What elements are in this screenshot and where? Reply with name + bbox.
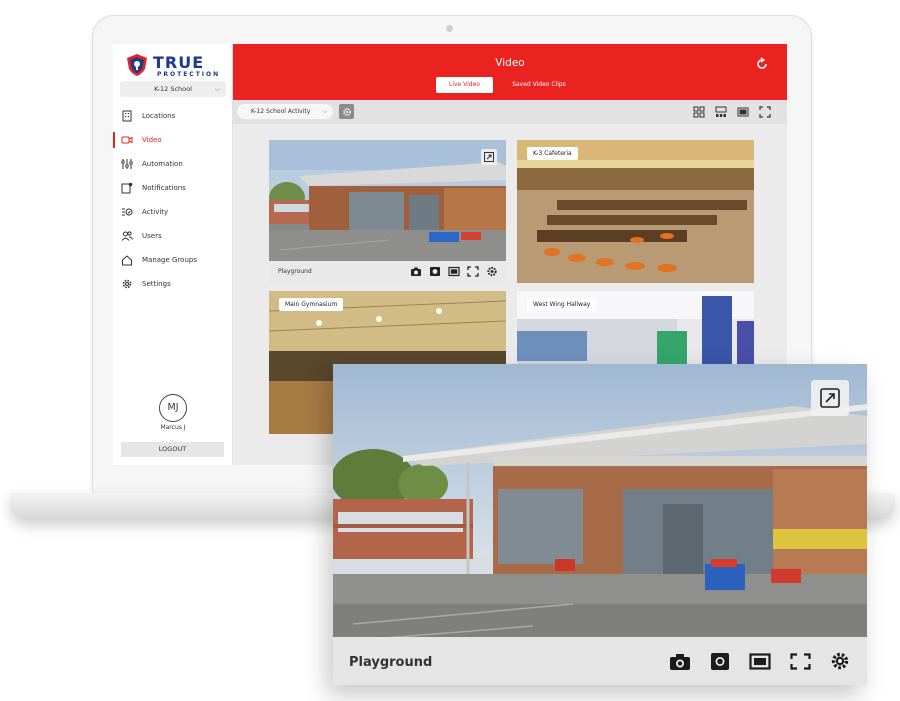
tab-saved-video-clips[interactable]: Saved Video Clips (501, 77, 577, 93)
expand-icon (484, 152, 494, 162)
sidebar-item-settings[interactable]: Settings (113, 272, 233, 296)
video-camera-icon (121, 134, 133, 146)
camera-feed-cafeteria (517, 140, 754, 283)
camera-name: Playground (349, 655, 433, 670)
sidebar-item-activity[interactable]: Activity (113, 200, 233, 224)
sidebar-item-label: Activity (142, 208, 169, 216)
camera-name: K-3 Cafeteria (527, 147, 578, 160)
video-toolbar: K-12 School Activity ⌵ (233, 100, 787, 124)
camera-popout-playground[interactable]: Playground (333, 364, 867, 685)
camera-controls-bar: Playground (333, 637, 867, 685)
activity-select-value: K-12 School Activity (251, 108, 311, 115)
chevron-down-icon: ⌵ (322, 108, 327, 115)
sidebar-item-locations[interactable]: Locations (113, 104, 233, 128)
sidebar-item-users[interactable]: Users (113, 224, 233, 248)
school-select[interactable]: K-12 School ⌵ (120, 81, 226, 97)
laptop-webcam (446, 25, 453, 32)
sidebar-item-label: Automation (142, 160, 183, 168)
sidebar: TRUE PROTECTION K-12 School ⌵ Locations … (113, 44, 233, 465)
gear-icon (121, 278, 133, 290)
theater-mode-icon[interactable] (737, 106, 749, 118)
fullscreen-icon[interactable] (789, 651, 811, 671)
users-icon (121, 230, 133, 242)
list-layout-icon[interactable] (715, 106, 727, 118)
expand-icon (820, 388, 840, 408)
expand-tile-button[interactable] (811, 380, 849, 416)
theater-mode-icon[interactable] (749, 651, 771, 671)
header-bar: Video Live Video Saved Video Clips (233, 44, 787, 100)
brand-logo: TRUE PROTECTION (125, 53, 225, 79)
camera-controls-bar: Playground (269, 261, 506, 283)
building-icon (121, 110, 133, 122)
gear-icon (342, 107, 351, 116)
sidebar-item-manage-groups[interactable]: Manage Groups (113, 248, 233, 272)
camera-tile-playground[interactable]: Playground (269, 140, 506, 283)
activity-select[interactable]: K-12 School Activity ⌵ (237, 104, 333, 119)
layout-options (693, 106, 771, 118)
record-icon[interactable] (709, 651, 731, 671)
home-icon (121, 254, 133, 266)
gear-icon[interactable] (486, 266, 498, 277)
camera-name: Playground (278, 268, 312, 275)
page-title: Video (495, 57, 525, 69)
sidebar-item-automation[interactable]: Automation (113, 152, 233, 176)
sidebar-item-label: Users (142, 232, 162, 240)
sliders-icon (121, 158, 133, 170)
shield-logo-icon (127, 54, 147, 76)
avatar: MJ (159, 394, 187, 422)
camera-name: Main Gymnasium (279, 298, 344, 311)
gear-icon[interactable] (829, 651, 851, 671)
brand-word: TRUE (153, 53, 205, 72)
snapshot-camera-icon[interactable] (410, 266, 422, 277)
camera-tile-cafeteria[interactable]: K-3 Cafeteria (517, 140, 754, 283)
fullscreen-icon[interactable] (467, 266, 479, 277)
snapshot-camera-icon[interactable] (669, 651, 691, 671)
sidebar-item-label: Settings (142, 280, 171, 288)
school-select-value: K-12 School (154, 85, 192, 93)
camera-controls (669, 651, 851, 671)
sidebar-nav: Locations Video Automation Notifications (113, 104, 233, 296)
sidebar-item-video[interactable]: Video (113, 128, 233, 152)
expand-tile-button[interactable] (481, 149, 497, 165)
brand-sub: PROTECTION (157, 71, 221, 78)
sidebar-item-label: Locations (142, 112, 176, 120)
activity-list-icon (121, 206, 133, 218)
sidebar-item-label: Notifications (142, 184, 186, 192)
sidebar-item-label: Manage Groups (142, 256, 197, 264)
refresh-icon[interactable] (755, 56, 769, 75)
record-icon[interactable] (429, 266, 441, 277)
user-profile[interactable]: MJ Marcus J (113, 394, 233, 431)
sidebar-item-label: Video (142, 136, 162, 144)
tab-live-video[interactable]: Live Video (436, 77, 493, 93)
chevron-down-icon: ⌵ (214, 85, 220, 93)
camera-settings-button[interactable] (339, 104, 354, 119)
camera-controls (410, 266, 498, 277)
sidebar-item-notifications[interactable]: Notifications (113, 176, 233, 200)
bell-square-icon (121, 182, 133, 194)
theater-mode-icon[interactable] (448, 266, 460, 277)
user-name: Marcus J (160, 424, 186, 431)
camera-name: West Wing Hallway (527, 298, 597, 311)
fullscreen-icon[interactable] (759, 106, 771, 118)
logout-button[interactable]: LOGOUT (121, 442, 224, 457)
grid-layout-icon[interactable] (693, 106, 705, 118)
